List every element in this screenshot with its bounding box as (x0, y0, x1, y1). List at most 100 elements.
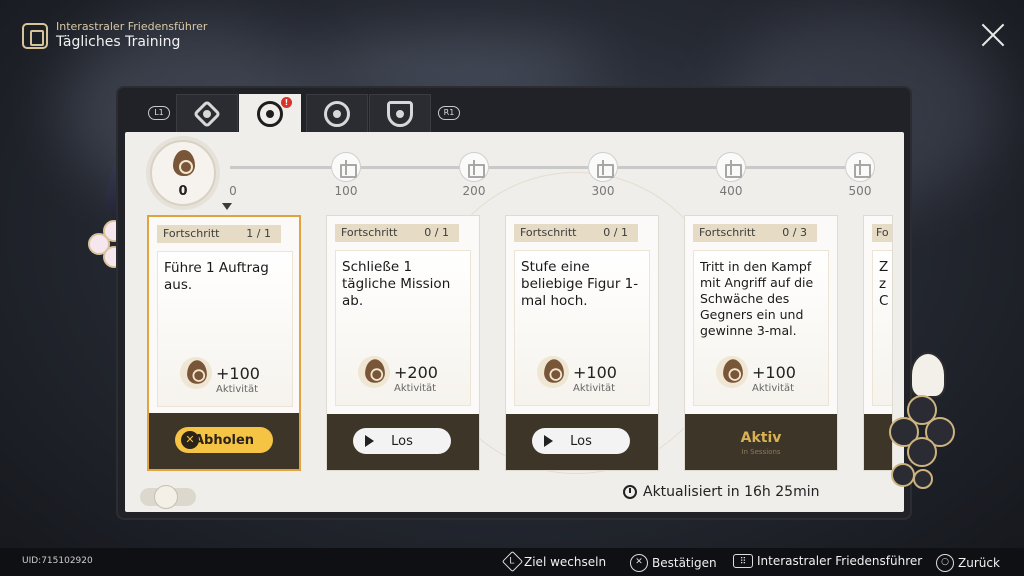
task-description: Schließe 1 tägliche Mission ab. (342, 259, 451, 309)
card-progress-header: Fortschritt 0 / 3 (693, 224, 817, 242)
milestone-label: 0 (229, 184, 237, 198)
compass-wheel-icon (257, 100, 283, 127)
activity-flame-icon (365, 359, 385, 383)
close-icon[interactable] (980, 22, 1006, 48)
task-description: Z z C (879, 259, 889, 309)
dark-flower-ornament-icon (885, 395, 965, 505)
l1-key-hint: L1 (148, 106, 170, 120)
reward-circle (358, 356, 390, 388)
shield-sword-icon (387, 100, 413, 127)
card-progress-header: Fo (872, 224, 892, 242)
active-status: Aktiv (740, 430, 782, 446)
go-button[interactable]: Los (532, 428, 630, 454)
reward-amount: +200 (394, 363, 438, 382)
claim-button-label: Abholen (193, 432, 255, 448)
tab-diamond-blocks[interactable] (176, 94, 238, 133)
page-title: Tägliches Training (56, 34, 181, 50)
guide-book-icon (22, 22, 48, 49)
refresh-timer: Aktualisiert in 16h 25min (623, 484, 819, 500)
claim-button[interactable]: ✕ Abholen (175, 427, 273, 453)
task-card[interactable]: Fortschritt 0 / 1 Schließe 1 tägliche Mi… (326, 215, 480, 471)
hint-label: Ziel wechseln (524, 554, 607, 569)
reward-label: Aktivität (216, 384, 258, 395)
card-progress-count: 0 / 1 (603, 226, 628, 239)
card-progress-label: Fortschritt (341, 226, 398, 239)
reward-label: Aktivität (573, 383, 615, 394)
tab-daily-training[interactable]: ! (239, 94, 301, 133)
r1-key-hint: R1 (438, 106, 460, 120)
go-button-label: Los (391, 433, 413, 449)
selection-marker-icon (222, 203, 232, 210)
activity-medal: 0 (150, 140, 216, 206)
gift-icon[interactable] (459, 152, 489, 182)
card-progress-count: 1 / 1 (246, 227, 271, 240)
circle-button-icon: ○ (936, 554, 954, 572)
card-progress-label: Fortschritt (699, 226, 756, 239)
toggle-knob (154, 485, 178, 509)
task-card[interactable]: Fortschritt 0 / 3 Tritt in den Kampf mit… (684, 215, 838, 471)
activity-current-value: 0 (178, 184, 188, 199)
milestone-label: 100 (334, 184, 358, 198)
card-progress-header: Fortschritt 0 / 1 (335, 224, 459, 242)
activity-flame-icon (544, 359, 564, 383)
reward-amount: +100 (573, 363, 617, 382)
hint-guide[interactable]: ⠿ Interastraler Friedensführer (733, 554, 922, 568)
touchpad-icon: ⠿ (733, 554, 753, 568)
page-header: Interastraler Friedensführer Tägliches T… (22, 20, 207, 51)
gift-icon[interactable] (588, 152, 618, 182)
milestone-label: 500 (848, 184, 872, 198)
card-progress-header: Fortschritt 0 / 1 (514, 224, 638, 242)
milestone-label: 400 (719, 184, 743, 198)
hint-back[interactable]: ○ Zurück (936, 554, 1000, 572)
card-progress-label: Fo (876, 226, 889, 239)
cross-button-icon: ✕ (181, 431, 199, 449)
mascot-ornament-icon (910, 352, 946, 398)
toggle-switch[interactable] (140, 485, 196, 509)
triangle-target-icon (324, 100, 350, 127)
task-description: Tritt in den Kampf mit Angriff auf die S… (700, 259, 814, 338)
reward-circle (537, 356, 569, 388)
card-body: Stufe eine beliebige Figur 1-mal hoch. +… (514, 250, 650, 406)
card-progress-label: Fortschritt (163, 227, 220, 240)
reward-amount: +100 (752, 363, 796, 382)
card-footer: Los (506, 414, 658, 470)
reward-circle (716, 356, 748, 388)
active-status-sub: In Sessions (741, 448, 781, 456)
user-id: UID:715102920 (22, 556, 93, 566)
hint-switch-target[interactable]: L Ziel wechseln (501, 550, 607, 573)
go-button[interactable]: Los (353, 428, 451, 454)
notification-badge: ! (281, 97, 292, 108)
refresh-timer-text: Aktualisiert in 16h 25min (643, 484, 820, 500)
arrow-right-icon (544, 435, 553, 447)
clock-icon (623, 485, 637, 499)
activity-flame-icon (173, 150, 195, 176)
task-card[interactable]: Fortschritt 1 / 1 Führe 1 Auftrag aus. +… (147, 215, 301, 471)
card-footer: Los (327, 414, 479, 470)
gift-icon[interactable] (331, 152, 361, 182)
hint-label: Bestätigen (652, 556, 717, 570)
card-body: Führe 1 Auftrag aus. +100 Aktivität (157, 251, 293, 407)
hint-confirm[interactable]: ✕ Bestätigen (630, 554, 717, 572)
hint-label: Interastraler Friedensführer (757, 554, 923, 568)
card-footer: Aktiv In Sessions (685, 414, 837, 470)
tab-shield-sword[interactable] (369, 94, 431, 133)
tab-triangle-target[interactable] (306, 94, 368, 133)
card-body: Z z C (872, 250, 892, 406)
card-progress-label: Fortschritt (520, 226, 577, 239)
activity-progress-track (230, 166, 864, 169)
header-subtitle: Interastraler Friedensführer (56, 20, 208, 33)
task-card[interactable]: Fortschritt 0 / 1 Stufe eine beliebige F… (505, 215, 659, 471)
hint-label: Zurück (958, 556, 1000, 570)
gift-icon[interactable] (845, 152, 875, 182)
reward-label: Aktivität (394, 383, 436, 394)
reward-label: Aktivität (752, 383, 794, 394)
milestone-label: 300 (591, 184, 615, 198)
gift-icon[interactable] (716, 152, 746, 182)
reward-amount: +100 (216, 364, 260, 383)
task-description: Führe 1 Auftrag aus. (164, 260, 269, 293)
milestone-label: 200 (462, 184, 486, 198)
arrow-right-icon (365, 435, 374, 447)
cross-button-icon: ✕ (630, 554, 648, 572)
activity-flame-icon (723, 359, 743, 383)
card-body: Schließe 1 tägliche Mission ab. +200 Akt… (335, 250, 471, 406)
